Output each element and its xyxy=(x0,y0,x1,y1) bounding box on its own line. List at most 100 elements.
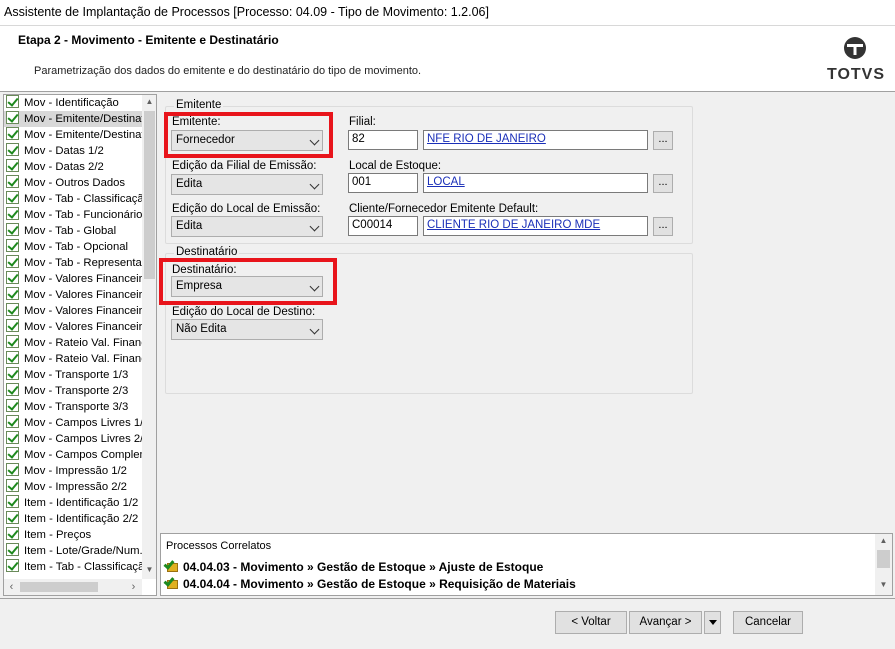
related-scroll-thumb[interactable] xyxy=(877,550,890,568)
wizard-header: Etapa 2 - Movimento - Emitente e Destina… xyxy=(0,26,895,92)
checkbox-checked-icon xyxy=(6,559,19,572)
cliente-name-field[interactable]: CLIENTE RIO DE JANEIRO MDE xyxy=(423,216,648,236)
scroll-down-icon[interactable]: ▼ xyxy=(142,565,156,574)
checkbox-checked-icon xyxy=(6,175,19,188)
tree-item[interactable]: Mov - Rateio Val. Financ xyxy=(4,335,142,351)
related-processes-panel: Processos Correlatos 04.04.03 - Moviment… xyxy=(160,533,893,596)
tree-item[interactable]: Mov - Impressão 1/2 xyxy=(4,463,142,479)
tree-item[interactable]: Mov - Outros Dados xyxy=(4,175,142,191)
filial-name-link[interactable]: NFE RIO DE JANEIRO xyxy=(427,133,546,145)
window-title-bar: Assistente de Implantação de Processos [… xyxy=(0,0,895,26)
tree-item-label: Mov - Valores Financeiro xyxy=(24,305,142,317)
chevron-down-icon xyxy=(309,179,320,190)
tree-item[interactable]: Mov - Rateio Val. Financ xyxy=(4,351,142,367)
next-button[interactable]: Avançar > xyxy=(629,611,702,634)
tree-item[interactable]: Item - Preços xyxy=(4,527,142,543)
edicao-filial-select[interactable]: Edita xyxy=(171,174,323,195)
tree-item[interactable]: Item - Tab - Classificaçã xyxy=(4,559,142,575)
local-estoque-lookup-button[interactable]: ... xyxy=(653,174,673,193)
checkbox-checked-icon xyxy=(6,191,19,204)
scroll-down-icon[interactable]: ▼ xyxy=(876,580,891,589)
tree-item[interactable]: Mov - Datas 1/2 xyxy=(4,143,142,159)
tree-item[interactable]: Mov - Tab - Global xyxy=(4,223,142,239)
tree-item-label: Mov - Campos Livres 1/2 xyxy=(24,417,142,429)
tree-item[interactable]: Mov - Valores Financeiro xyxy=(4,303,142,319)
tree-item[interactable]: Mov - Identificação xyxy=(4,95,142,111)
scroll-right-icon[interactable]: › xyxy=(126,581,141,593)
tree-item[interactable]: Mov - Valores Financeiro xyxy=(4,271,142,287)
tree-item-label: Mov - Transporte 3/3 xyxy=(24,401,129,413)
tree-item[interactable]: Mov - Tab - Representa xyxy=(4,255,142,271)
scroll-up-icon[interactable]: ▲ xyxy=(876,536,891,545)
destinatario-group-title: Destinatário xyxy=(174,246,240,258)
step-title: Etapa 2 - Movimento - Emitente e Destina… xyxy=(18,33,279,47)
edicao-local-destino-select[interactable]: Não Edita xyxy=(171,319,323,340)
filial-lookup-button[interactable]: ... xyxy=(653,131,673,150)
tree-item[interactable]: Mov - Campos Compleme xyxy=(4,447,142,463)
related-process-label: 04.04.04 - Movimento » Gestão de Estoque… xyxy=(183,577,576,591)
tree-item[interactable]: Mov - Campos Livres 2/2 xyxy=(4,431,142,447)
related-scrollbar[interactable]: ▲ ▼ xyxy=(875,534,892,595)
tree-item[interactable]: Mov - Tab - Classificação xyxy=(4,191,142,207)
totvs-logo-icon xyxy=(844,37,866,59)
back-button[interactable]: < Voltar xyxy=(555,611,627,634)
edicao-local-destino-value: Não Edita xyxy=(176,323,227,335)
tree-item-label: Mov - Tab - Classificação xyxy=(24,193,142,205)
tree-item[interactable]: Mov - Transporte 3/3 xyxy=(4,399,142,415)
next-dropdown-button[interactable] xyxy=(704,611,721,634)
related-process-item[interactable]: 04.04.04 - Movimento » Gestão de Estoque… xyxy=(163,575,576,591)
scroll-up-icon[interactable]: ▲ xyxy=(142,97,156,106)
tree-item-label: Item - Lote/Grade/Num. xyxy=(24,545,142,557)
tree-item[interactable]: Mov - Datas 2/2 xyxy=(4,159,142,175)
tree-vertical-scrollbar[interactable]: ▲ ▼ xyxy=(142,95,156,579)
checkbox-checked-icon xyxy=(6,159,19,172)
filial-code-input[interactable]: 82 xyxy=(348,130,418,150)
checkbox-checked-icon xyxy=(6,527,19,540)
checkbox-checked-icon xyxy=(6,447,19,460)
cliente-label: Cliente/Fornecedor Emitente Default: xyxy=(349,203,539,215)
cliente-code-input[interactable]: C00014 xyxy=(348,216,418,236)
tree-item-label: Mov - Identificação xyxy=(24,97,119,109)
local-estoque-name-field[interactable]: LOCAL xyxy=(423,173,648,193)
tree-item[interactable]: Item - Lote/Grade/Num. xyxy=(4,543,142,559)
tree-scroll-thumb[interactable] xyxy=(144,111,155,279)
tree-item-label: Item - Preços xyxy=(24,529,92,541)
scroll-left-icon[interactable]: ‹ xyxy=(4,581,19,593)
edicao-local-select[interactable]: Edita xyxy=(171,216,323,237)
tree-item[interactable]: Mov - Emitente/Destinat xyxy=(4,127,142,143)
tree-item-label: Mov - Valores Financeiro xyxy=(24,289,142,301)
tree-item[interactable]: Mov - Tab - Opcional xyxy=(4,239,142,255)
tree-item-label: Item - Identificação 1/2 xyxy=(24,497,139,509)
tree-item-label: Mov - Valores Financeiro xyxy=(24,273,142,285)
tree-item-label: Mov - Tab - Global xyxy=(24,225,117,237)
tree-item[interactable]: Item - Identificação 1/2 xyxy=(4,495,142,511)
tree-item-label: Mov - Transporte 1/3 xyxy=(24,369,129,381)
tree-hscroll-thumb[interactable] xyxy=(20,582,98,592)
tree-item-label: Mov - Outros Dados xyxy=(24,177,126,189)
tree-item[interactable]: Mov - Emitente/Destinat xyxy=(4,111,142,127)
local-estoque-name-link[interactable]: LOCAL xyxy=(427,176,465,188)
steps-tree[interactable]: Mov - Identificação Mov - Emitente/Destin… xyxy=(3,94,157,596)
cliente-name-link[interactable]: CLIENTE RIO DE JANEIRO MDE xyxy=(427,219,600,231)
tree-item[interactable]: Mov - Transporte 1/3 xyxy=(4,367,142,383)
logo-text: TOTVS xyxy=(826,66,886,83)
tree-item[interactable]: Mov - Valores Financeiro xyxy=(4,287,142,303)
checkbox-checked-icon xyxy=(6,223,19,236)
tree-item[interactable]: Mov - Impressão 2/2 xyxy=(4,479,142,495)
tree-item[interactable]: Item - Identificação 2/2 xyxy=(4,511,142,527)
local-estoque-code-input[interactable]: 001 xyxy=(348,173,418,193)
cliente-lookup-button[interactable]: ... xyxy=(653,217,673,236)
tree-item[interactable]: Mov - Transporte 2/3 xyxy=(4,383,142,399)
tree-item-label: Mov - Tab - Representa xyxy=(24,257,142,269)
tree-item[interactable]: Mov - Valores Financeiro xyxy=(4,319,142,335)
related-process-item[interactable]: 04.04.03 - Movimento » Gestão de Estoque… xyxy=(163,558,543,574)
checkbox-checked-icon xyxy=(6,351,19,364)
tree-item-label: Mov - Impressão 1/2 xyxy=(24,465,127,477)
related-processes-title: Processos Correlatos xyxy=(166,540,272,552)
filial-name-field[interactable]: NFE RIO DE JANEIRO xyxy=(423,130,648,150)
tree-horizontal-scrollbar[interactable]: ‹ › xyxy=(4,579,142,595)
cancel-button[interactable]: Cancelar xyxy=(733,611,803,634)
checkbox-checked-icon xyxy=(6,367,19,380)
tree-item[interactable]: Mov - Tab - Funcionário xyxy=(4,207,142,223)
tree-item[interactable]: Mov - Campos Livres 1/2 xyxy=(4,415,142,431)
